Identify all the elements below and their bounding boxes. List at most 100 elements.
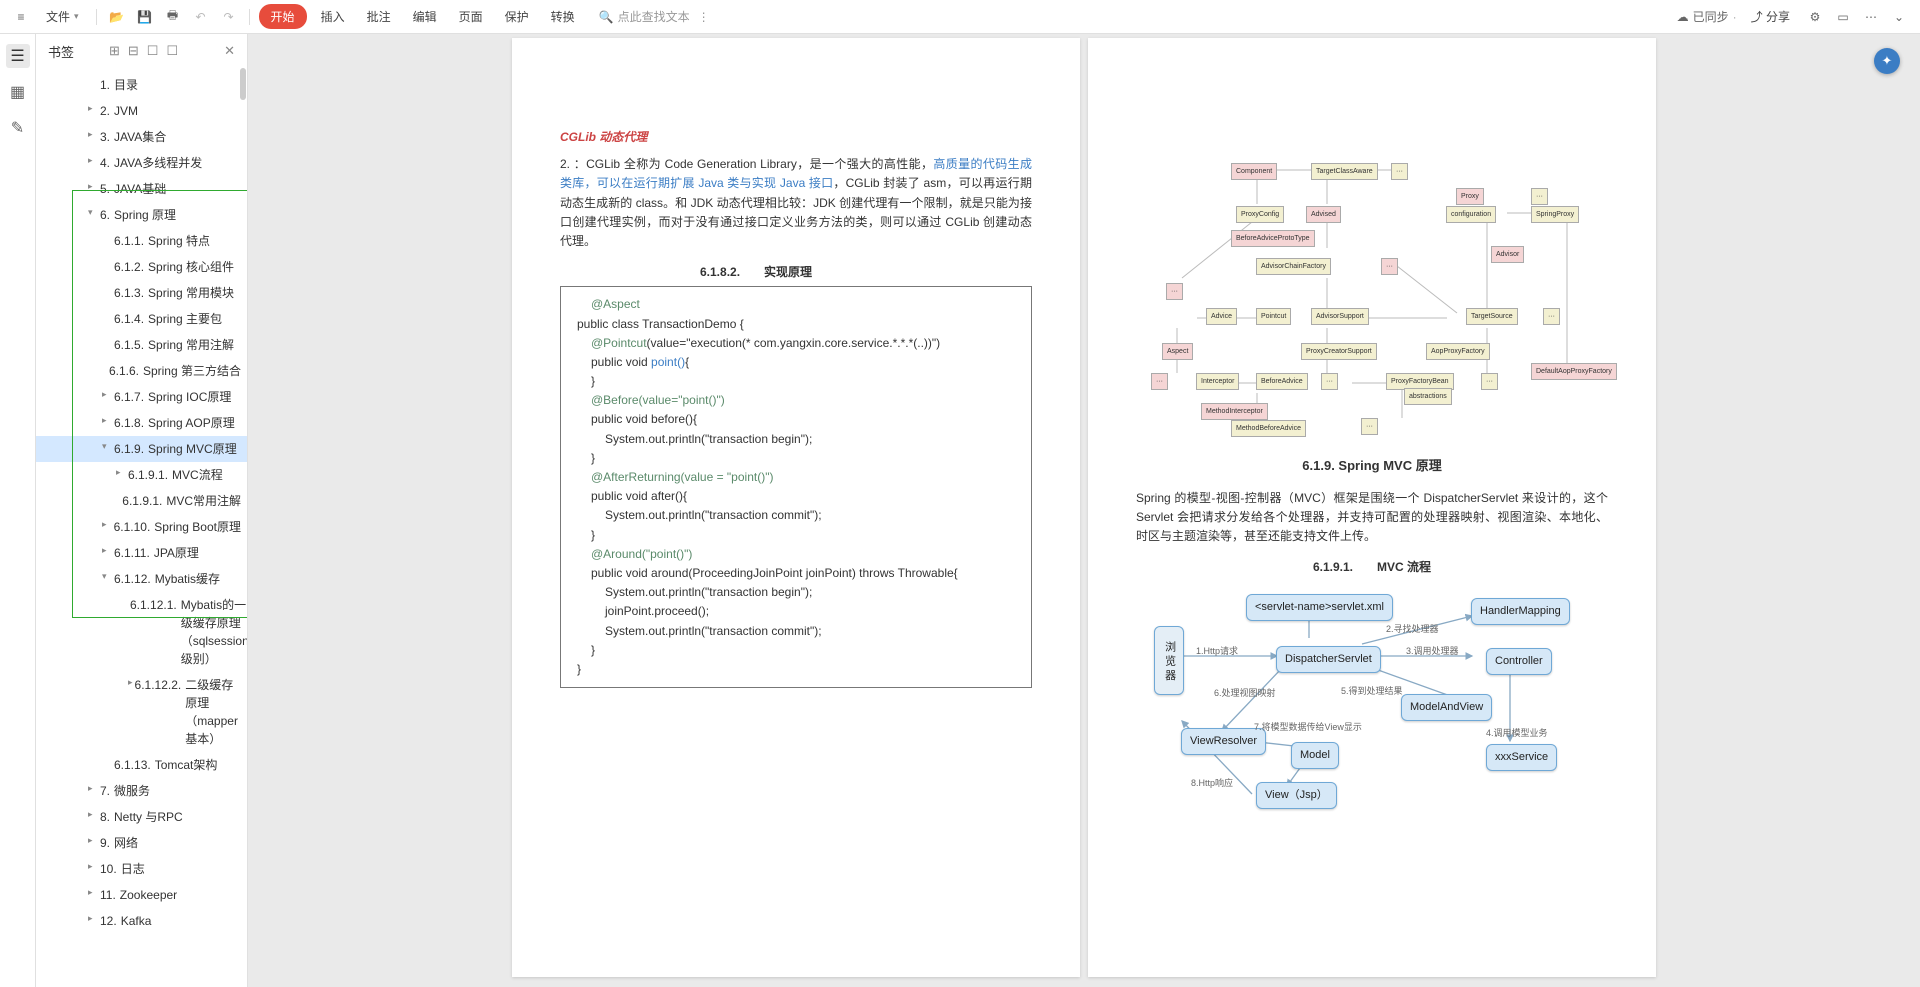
cloud-icon: ☁ [1677,10,1689,24]
save-icon[interactable]: 💾 [134,6,156,28]
node-viewjsp: View（Jsp） [1256,782,1337,810]
label-1: 1.Http请求 [1196,644,1238,658]
label-2: 2.寻找处理器 [1386,622,1439,636]
bookmark-item[interactable]: ▸6.1.9.1.MVC流程 [36,462,247,488]
tab-comment[interactable]: 批注 [359,4,399,29]
sync-status[interactable]: ☁已同步· [1677,8,1737,25]
bookmark-item[interactable]: ▸9.网络 [36,830,247,856]
collapse-icon[interactable]: ⌄ [1888,6,1910,28]
bookmark-item[interactable]: 6.1.3.Spring 常用模块 [36,280,247,306]
label-5: 5.得到处理结果 [1341,684,1403,698]
sidebar: 书签 ⊞ ⊟ ☐ ☐ ✕ 1.目录▸2.JVM▸3.JAVA集合▸4.JAVA多… [36,34,248,987]
undo-icon[interactable]: ↶ [190,6,212,28]
section-6182: 6.1.8.2. 实现原理 [700,263,1032,282]
bookmark-item[interactable]: ▸2.JVM [36,98,247,124]
bookmark-item[interactable]: ▸3.JAVA集合 [36,124,247,150]
label-3: 3.调用处理器 [1406,644,1459,658]
bookmark-item[interactable]: ▸10.日志 [36,856,247,882]
bookmark-item[interactable]: 6.1.12.1.Mybatis的一级缓存原理（sqlsession级别） [36,592,247,672]
expand-all-icon[interactable]: ⊞ [109,43,120,59]
label-4: 4.调用模型业务 [1486,726,1548,740]
bookmark-item[interactable]: 6.1.1.Spring 特点 [36,228,247,254]
search-placeholder: 点此查找文本 [618,8,690,25]
tab-start[interactable]: 开始 [259,4,307,29]
bookmark-item[interactable]: ▸6.1.7.Spring IOC原理 [36,384,247,410]
bookmark-item[interactable]: ▸5.JAVA基础 [36,176,247,202]
node-model: Model [1291,742,1339,770]
cglib-paragraph: 2. ：CGLib 全称为 Code Generation Library，是一… [560,155,1032,251]
redo-icon[interactable]: ↷ [218,6,240,28]
tab-page[interactable]: 页面 [451,4,491,29]
mvc-flow-diagram: 浏 览 器 <servlet-name>servlet.xml HandlerM… [1136,586,1608,806]
sidebar-title: 书签 [48,42,74,61]
search-icon: 🔍 [599,10,614,24]
tab-insert[interactable]: 插入 [313,4,353,29]
bookmark-item[interactable]: ▾6.Spring 原理 [36,202,247,228]
bookmark-add-icon[interactable]: ☐ [147,43,159,59]
bookmark-item[interactable]: 6.1.4.Spring 主要包 [36,306,247,332]
document-viewport[interactable]: CGLib 动态代理 2. ：CGLib 全称为 Code Generation… [248,34,1920,987]
attachment-tab-icon[interactable]: ✎ [6,116,30,140]
scrollbar-thumb[interactable] [240,68,246,100]
collapse-all-icon[interactable]: ⊟ [128,43,139,59]
more-icon: ⋮ [698,10,710,24]
sidebar-header: 书签 ⊞ ⊟ ☐ ☐ ✕ [36,34,247,68]
bookmark-opts-icon[interactable]: ☐ [166,43,178,59]
share-button[interactable]: ⤴ 分享 [1743,4,1798,29]
print-icon[interactable]: 🖶 [162,6,184,28]
bookmark-item[interactable]: ▸8.Netty 与RPC [36,804,247,830]
bookmark-item[interactable]: ▸11.Zookeeper [36,882,247,908]
dots-icon[interactable]: ⋯ [1860,6,1882,28]
window-icon[interactable]: ▭ [1832,6,1854,28]
bookmark-item[interactable]: 6.1.6.Spring 第三方结合 [36,358,247,384]
bookmark-item[interactable]: ▸6.1.8.Spring AOP原理 [36,410,247,436]
tab-edit[interactable]: 编辑 [405,4,445,29]
paragraph-619: Spring 的模型-视图-控制器（MVC）框架是围绕一个 Dispatcher… [1136,489,1608,547]
bookmark-tab-icon[interactable]: ☰ [6,44,30,68]
node-dispatcher: DispatcherServlet [1276,646,1381,674]
node-xxxservice: xxxService [1486,744,1557,772]
bookmark-item[interactable]: ▸12.Kafka [36,908,247,934]
heading-619: 6.1.9. Spring MVC 原理 [1136,456,1608,477]
share-icon: ⤴ [1751,10,1763,24]
bookmark-item[interactable]: ▸6.1.10.Spring Boot原理 [36,514,247,540]
bookmark-item[interactable]: 1.目录 [36,72,247,98]
gear-icon[interactable]: ⚙ [1804,6,1826,28]
bookmark-item[interactable]: 6.1.2.Spring 核心组件 [36,254,247,280]
assistant-float-button[interactable]: ✦ [1874,48,1900,74]
search-box[interactable]: 🔍 点此查找文本 ⋮ [599,8,710,25]
node-controller: Controller [1486,648,1552,676]
bookmark-item[interactable]: 6.1.9.1.MVC常用注解 [36,488,247,514]
tab-protect[interactable]: 保护 [497,4,537,29]
bookmark-item[interactable]: 6.1.13.Tomcat架构 [36,752,247,778]
text: 2. ：CGLib 全称为 Code Generation Library，是一… [560,157,933,171]
bookmark-item[interactable]: ▾6.1.9.Spring MVC原理 [36,436,247,462]
node-browser: 浏 览 器 [1154,626,1184,695]
main: ☰ ▦ ✎ 书签 ⊞ ⊟ ☐ ☐ ✕ 1.目录▸2.JVM▸3.JAVA集合▸4… [0,34,1920,987]
bookmark-item[interactable]: ▸4.JAVA多线程并发 [36,150,247,176]
bookmark-item[interactable]: ▸6.1.12.2.二级缓存原理（mapper基本） [36,672,247,752]
toolbar: ≡ 文件 ▾ 📂 💾 🖶 ↶ ↷ 开始 插入 批注 编辑 页面 保护 转换 🔍 … [0,0,1920,34]
code-block: @Aspectpublic class TransactionDemo {@Po… [560,286,1032,688]
menu-icon[interactable]: ≡ [10,6,32,28]
tab-convert[interactable]: 转换 [543,4,583,29]
open-icon[interactable]: 📂 [106,6,128,28]
bookmark-tree: 1.目录▸2.JVM▸3.JAVA集合▸4.JAVA多线程并发▸5.JAVA基础… [36,68,247,987]
leftbar: ☰ ▦ ✎ [0,34,36,987]
bookmark-item[interactable]: 6.1.5.Spring 常用注解 [36,332,247,358]
file-label: 文件 [46,8,70,25]
sync-label: 已同步 [1693,8,1729,25]
bookmark-item[interactable]: ▸7.微服务 [36,778,247,804]
cglib-title: CGLib 动态代理 [560,128,1032,147]
chevron-down-icon: ▾ [74,11,79,22]
spring-class-diagram: Component TargetClassAware ··· Proxy ···… [1136,148,1608,448]
bookmark-item[interactable]: ▾6.1.12.Mybatis缓存 [36,566,247,592]
page-left: CGLib 动态代理 2. ：CGLib 全称为 Code Generation… [512,38,1080,977]
separator [249,9,250,25]
close-sidebar-icon[interactable]: ✕ [224,43,235,59]
thumbnail-tab-icon[interactable]: ▦ [6,80,30,104]
page-right: Component TargetClassAware ··· Proxy ···… [1088,38,1656,977]
bookmark-item[interactable]: ▸6.1.11.JPA原理 [36,540,247,566]
file-menu[interactable]: 文件 ▾ [38,4,87,29]
separator [96,9,97,25]
